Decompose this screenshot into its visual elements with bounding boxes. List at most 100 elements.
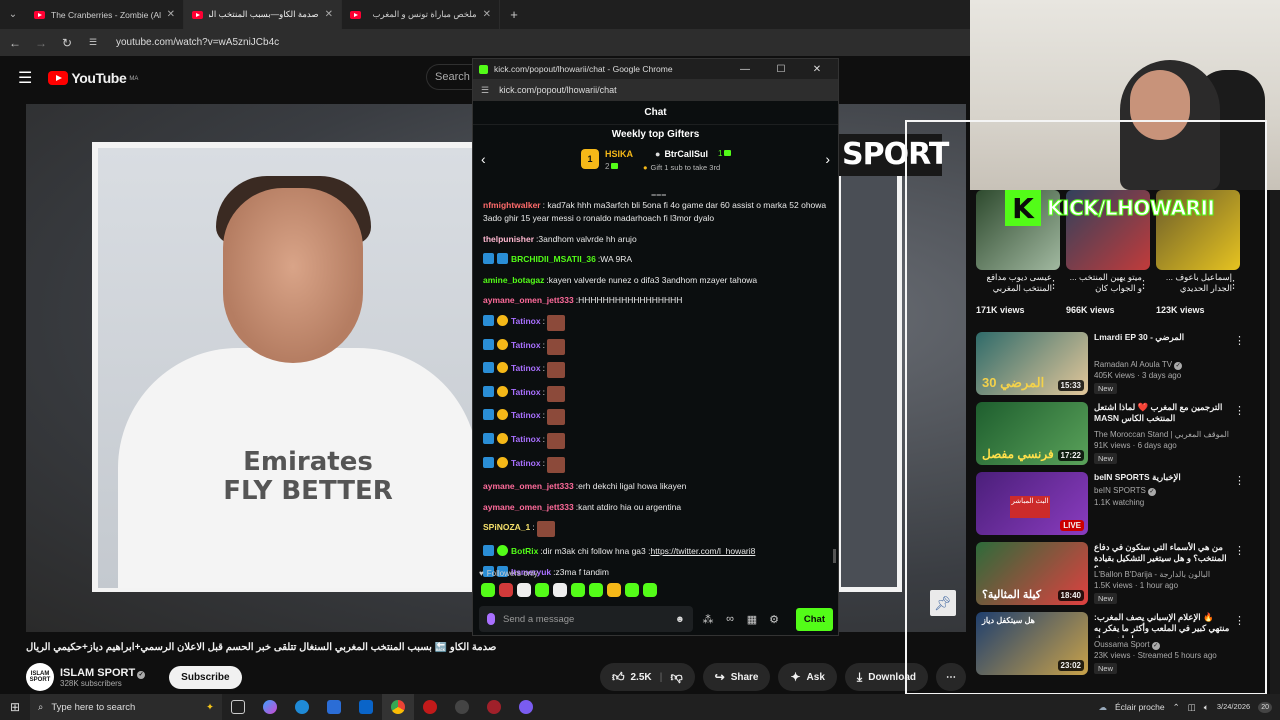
more-icon[interactable]: ⋮ [1234,404,1245,417]
chat-message[interactable]: thelpunisher: 3andhom valvrde hh arujo [483,233,830,246]
short-title[interactable]: إسماعيل باعوف ... الجدار الحديدي [1156,272,1232,293]
recommendation-title[interactable]: من هي الأسماء التي ستكون في دفاع المنتخب… [1094,542,1232,568]
chat-message[interactable]: nfmightwalker: kad7ak hhh ma3arfch bli 5… [483,199,830,225]
ask-button[interactable]: ✦ Ask [778,663,837,691]
tab-current-video[interactable]: صدمة الكاو—بسبب المنتخب المـ ✕ [184,0,342,29]
recommendation-channel[interactable]: Oussama Sport ✓ [1094,640,1160,650]
more-icon[interactable]: ⋮ [1138,278,1149,291]
recommendation-channel[interactable]: beIN SPORTS ✓ [1094,486,1156,496]
close-icon[interactable]: ✕ [802,64,832,75]
more-icon[interactable]: ⋮ [1234,474,1245,487]
url-field[interactable]: youtube.com/watch?v=wA5zniJCb4c [116,37,279,48]
short-title[interactable]: ميتو يهين المنتخب ... و الجواب كان [1066,272,1142,293]
weather-icon[interactable]: ☁ [1098,702,1107,713]
tab-search-icon[interactable]: ⌄ [0,9,26,20]
notification-badge[interactable]: 20 [1258,701,1272,713]
top-gifter-name[interactable]: HSIKA [605,149,633,159]
second-gifter-name[interactable]: ● BtrCallSul [655,149,708,159]
chat-message[interactable]: Tatinox: [483,314,830,331]
chat-username[interactable]: Tatinox [511,433,541,446]
chat-username[interactable]: Tatinox [511,457,541,470]
forward-icon[interactable]: → [34,36,48,50]
emote-icon[interactable] [499,583,513,597]
chat-message-list[interactable]: nfmightwalker: kad7ak hhh ma3arfch bli 5… [483,199,830,586]
chat-message[interactable]: Tatinox: [483,409,830,426]
chat-message[interactable]: Tatinox: [483,362,830,379]
more-icon[interactable]: ⋮ [1234,544,1245,557]
search-input[interactable]: Search [426,64,472,90]
chat-message[interactable]: Tatinox: [483,338,830,355]
store-app-icon[interactable] [318,694,350,720]
recommendation-item[interactable]: كيلة المثالية؟ 18:40 من هي الأسماء التي … [976,542,1266,606]
chat-username[interactable]: thelpunisher [483,233,534,246]
chat-username[interactable]: Tatinox [511,362,541,375]
tab-close-icon[interactable]: ✕ [483,9,491,20]
app-icon[interactable] [478,694,510,720]
video-thumbnail[interactable]: هل سيتكفل دياز 23:02 [976,612,1088,675]
download-button[interactable]: ⤓ Download [844,663,928,691]
chevron-left-icon[interactable]: ‹ [481,151,486,167]
tray-chevron-icon[interactable]: ⌃ [1173,702,1180,713]
chat-message[interactable]: Tatinox: [483,456,830,473]
more-icon[interactable]: ⋮ [1228,278,1239,291]
chat-username[interactable]: aymane_omen_jett333 [483,480,574,493]
chat-message[interactable]: BotRix: dir m3ak chi follow hna ga3 : ht… [483,544,830,558]
chevron-right-icon[interactable]: › [825,151,830,167]
minimize-icon[interactable]: — [730,64,760,75]
recommendation-title[interactable]: الترجمين مع المغرب ❤️ لماذا اشتعل المنتخ… [1094,402,1232,424]
chat-message[interactable]: amine_botagaz: kayen valverde nunez o di… [483,274,830,287]
windows-start-icon[interactable]: ⊞ [0,700,30,714]
weather-text[interactable]: Éclair proche [1115,702,1165,712]
page-scrollbar[interactable] [1270,190,1280,700]
recommendation-channel[interactable]: Ramadan Al Aoula TV ✓ [1094,360,1183,370]
task-view-icon[interactable] [222,694,254,720]
recommendation-channel[interactable]: L'Ballon B'Darija - البالون بالدارجة [1094,570,1210,579]
recommendation-title[interactable]: beIN SPORTS الإخبارية [1094,472,1232,483]
infinity-icon[interactable]: ∞ [723,613,737,625]
chat-message[interactable]: aymane_omen_jett333: HHHHHHHHHHHHHHHHH [483,294,830,307]
emote-icon[interactable] [643,583,657,597]
chat-username[interactable]: Tatinox [511,315,541,328]
recommendation-item[interactable]: فرنسي مفصل 17:22 الترجمين مع المغرب ❤️ ل… [976,402,1266,466]
video-thumbnail[interactable]: المرضي 30 15:33 [976,332,1088,395]
chat-message[interactable]: aymane_omen_jett333: erh dekchi ligal ho… [483,480,830,493]
chat-username[interactable]: Tatinox [511,339,541,352]
chat-username[interactable]: aymane_omen_jett333 [483,501,574,514]
clock[interactable]: 3/24/2026 [1217,702,1250,712]
copilot-icon[interactable] [254,694,286,720]
edge-icon[interactable] [286,694,318,720]
emote-icon[interactable] [625,583,639,597]
chat-username[interactable]: Tatinox [511,409,541,422]
chat-link[interactable]: https://twitter.com/l_howari8 [651,545,756,558]
chat-message[interactable]: Tatinox: [483,432,830,449]
app-icon[interactable] [446,694,478,720]
tab-close-icon[interactable]: ✕ [325,9,333,20]
microphone-icon[interactable] [487,613,495,625]
channel-name[interactable]: ISLAM SPORT ✓ [60,667,146,679]
chat-username[interactable]: SPiNOZA_1 [483,521,530,534]
outlook-icon[interactable] [350,694,382,720]
gift-cta[interactable]: ● Gift 1 sub to take 3rd [643,163,720,172]
chat-username[interactable]: aymane_omen_jett333 [483,294,574,307]
settings-gear-icon[interactable]: ⚙ [767,613,781,626]
menu-icon[interactable]: ☰ [18,68,32,88]
more-icon[interactable]: ⋮ [1234,334,1245,347]
new-tab-button[interactable]: + [500,7,528,22]
chat-username[interactable]: BotRix [511,545,538,558]
emote-icon[interactable] [553,583,567,597]
emote-icon[interactable] [571,583,585,597]
more-icon[interactable]: ⋮ [1048,278,1059,291]
popup-url-field[interactable]: kick.com/popout/lhowarii/chat [499,85,617,95]
thumbs-down-icon[interactable]: 👎︎ [670,670,682,685]
reload-icon[interactable]: ↻ [60,36,74,50]
emoji-icon[interactable]: ☻ [675,614,685,625]
discord-icon[interactable] [510,694,542,720]
recommendation-item[interactable]: المرضي 30 15:33 Lmardi EP 30 - المرضي Ra… [976,332,1266,396]
tab-zombie[interactable]: The Cranberries - Zombie (Alt. ✕ [26,0,184,29]
chat-username[interactable]: amine_botagaz [483,274,544,287]
tab-close-icon[interactable]: ✕ [167,9,175,20]
chat-message-input[interactable]: Send a message ☻ [479,606,693,632]
store-icon[interactable]: ▦ [745,613,759,626]
users-icon[interactable]: ⁂ [701,613,715,626]
recommendation-item[interactable]: البث المباشر LIVE beIN SPORTS الإخبارية … [976,472,1266,536]
